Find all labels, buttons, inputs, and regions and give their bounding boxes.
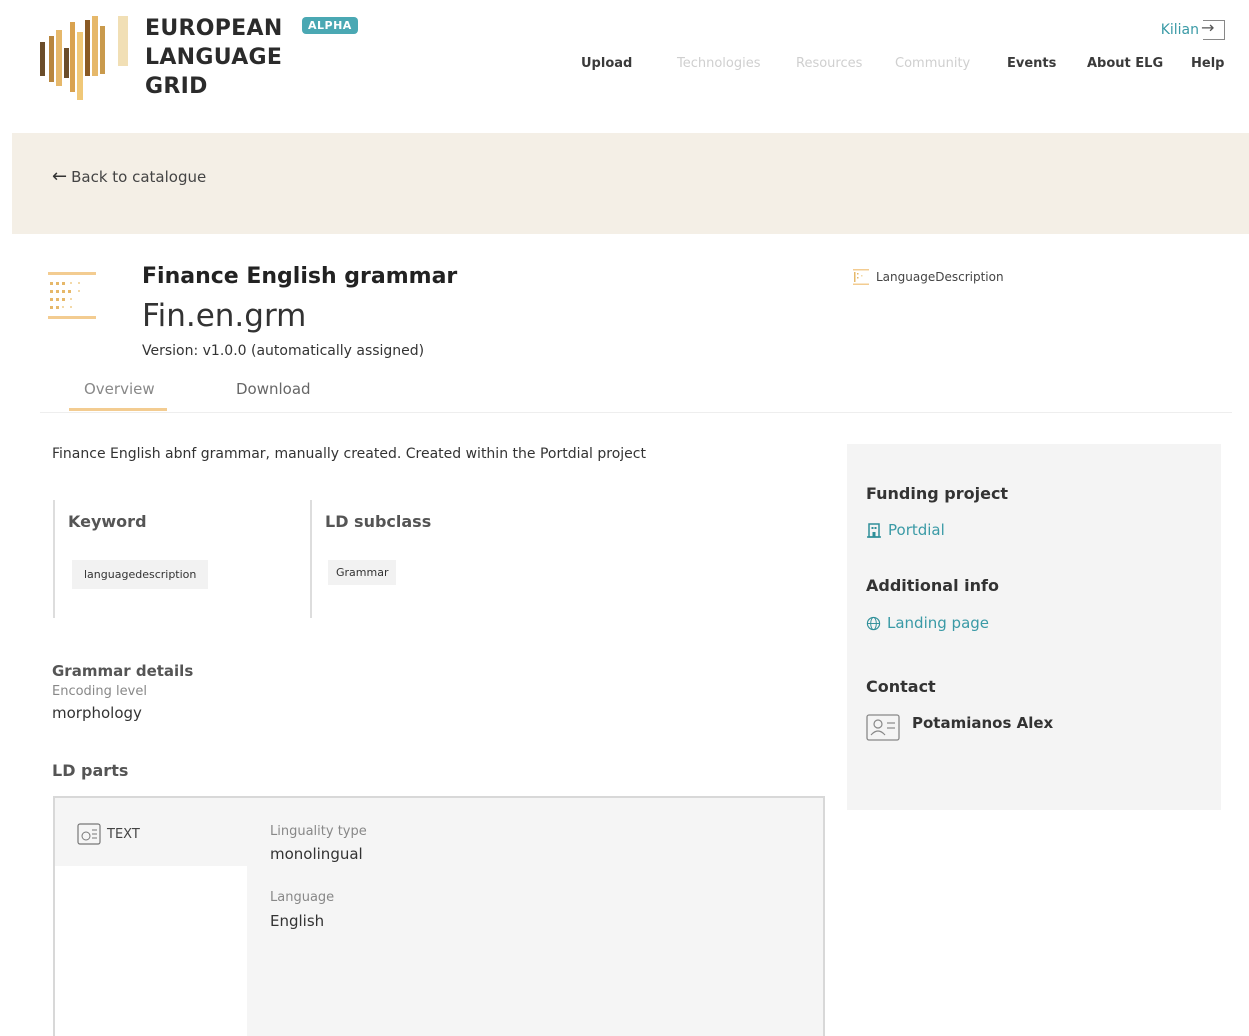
contact-title: Contact xyxy=(866,677,936,696)
keyword-title: Keyword xyxy=(68,512,147,531)
landing-page-link[interactable]: Landing page xyxy=(866,614,989,632)
back-band: ← Back to catalogue xyxy=(12,133,1249,234)
back-to-catalogue-link[interactable]: ← Back to catalogue xyxy=(52,166,206,187)
language-value: English xyxy=(270,912,325,930)
resource-tabs: Overview Download xyxy=(40,372,1232,413)
tab-overview[interactable]: Overview xyxy=(84,380,155,398)
nav-about-elg[interactable]: About ELG xyxy=(1087,56,1163,71)
user-menu[interactable]: Kilian xyxy=(1161,18,1225,40)
nav-resources[interactable]: Resources xyxy=(796,56,862,71)
funding-project-link[interactable]: Portdial xyxy=(866,521,945,539)
ld-part-text-tab[interactable]: TEXT xyxy=(77,822,140,846)
language-description-small-icon xyxy=(853,269,869,285)
active-tab-indicator xyxy=(69,408,167,411)
logout-icon[interactable] xyxy=(1201,18,1225,40)
user-name[interactable]: Kilian xyxy=(1161,22,1199,38)
ld-subclass-chip[interactable]: Grammar xyxy=(328,560,397,585)
nav-technologies[interactable]: Technologies xyxy=(677,56,761,71)
encoding-level-label: Encoding level xyxy=(52,684,147,699)
nav-help[interactable]: Help xyxy=(1191,56,1224,71)
ld-part-text-label: TEXT xyxy=(107,826,140,842)
funding-project-title: Funding project xyxy=(866,484,1009,503)
linguality-type-label: Linguality type xyxy=(270,824,367,839)
ld-parts-title: LD parts xyxy=(52,761,129,780)
nav-community[interactable]: Community xyxy=(895,56,970,71)
back-link-label: Back to catalogue xyxy=(71,167,207,186)
contact-card-icon xyxy=(866,714,900,741)
building-icon xyxy=(867,523,881,538)
keyword-section: Keyword languagedescription xyxy=(53,500,303,618)
encoding-level-value: morphology xyxy=(52,704,142,722)
language-label: Language xyxy=(270,890,335,905)
keyword-chip[interactable]: languagedescription xyxy=(72,560,209,589)
alpha-badge: ALPHA xyxy=(302,17,358,34)
resource-version: Version: v1.0.0 (automatically assigned) xyxy=(142,343,425,359)
landing-page-label: Landing page xyxy=(887,614,990,632)
grammar-details-title: Grammar details xyxy=(52,662,194,680)
nav-upload[interactable]: Upload xyxy=(581,56,632,71)
arrow-left-icon: ← xyxy=(52,166,68,187)
language-description-icon xyxy=(48,272,96,319)
elg-logo-icon[interactable] xyxy=(40,12,130,102)
info-sidebar: Funding project Portdial Additional info… xyxy=(847,444,1221,810)
logo-line: EUROPEAN xyxy=(145,16,283,41)
logo-line: GRID xyxy=(145,74,208,99)
resource-title: Finance English grammar xyxy=(142,264,458,289)
text-document-icon xyxy=(77,823,101,845)
resource-description: Finance English abnf grammar, manually c… xyxy=(52,446,646,462)
contact-name: Potamianos Alex xyxy=(912,714,1054,732)
site-header: EUROPEAN LANGUAGE GRID ALPHA Upload Tech… xyxy=(0,0,1249,120)
ld-subclass-section: LD subclass Grammar xyxy=(310,500,560,618)
globe-icon xyxy=(866,616,881,630)
resource-type-tag: LanguageDescription xyxy=(852,268,1004,286)
funding-project-label: Portdial xyxy=(888,521,945,539)
resource-type-label: LanguageDescription xyxy=(876,270,1004,284)
tab-download[interactable]: Download xyxy=(236,380,311,398)
logo-line: LANGUAGE xyxy=(145,45,283,70)
additional-info-title: Additional info xyxy=(866,576,999,595)
linguality-type-value: monolingual xyxy=(270,845,363,863)
nav-events[interactable]: Events xyxy=(1007,56,1056,71)
ld-parts-panel: TEXT Linguality type monolingual Languag… xyxy=(53,796,825,1036)
logo-text[interactable]: EUROPEAN LANGUAGE GRID xyxy=(145,14,283,101)
ld-subclass-title: LD subclass xyxy=(325,512,432,531)
contact-card[interactable]: Potamianos Alex xyxy=(866,712,1053,742)
resource-short-name: Fin.en.grm xyxy=(142,298,307,334)
